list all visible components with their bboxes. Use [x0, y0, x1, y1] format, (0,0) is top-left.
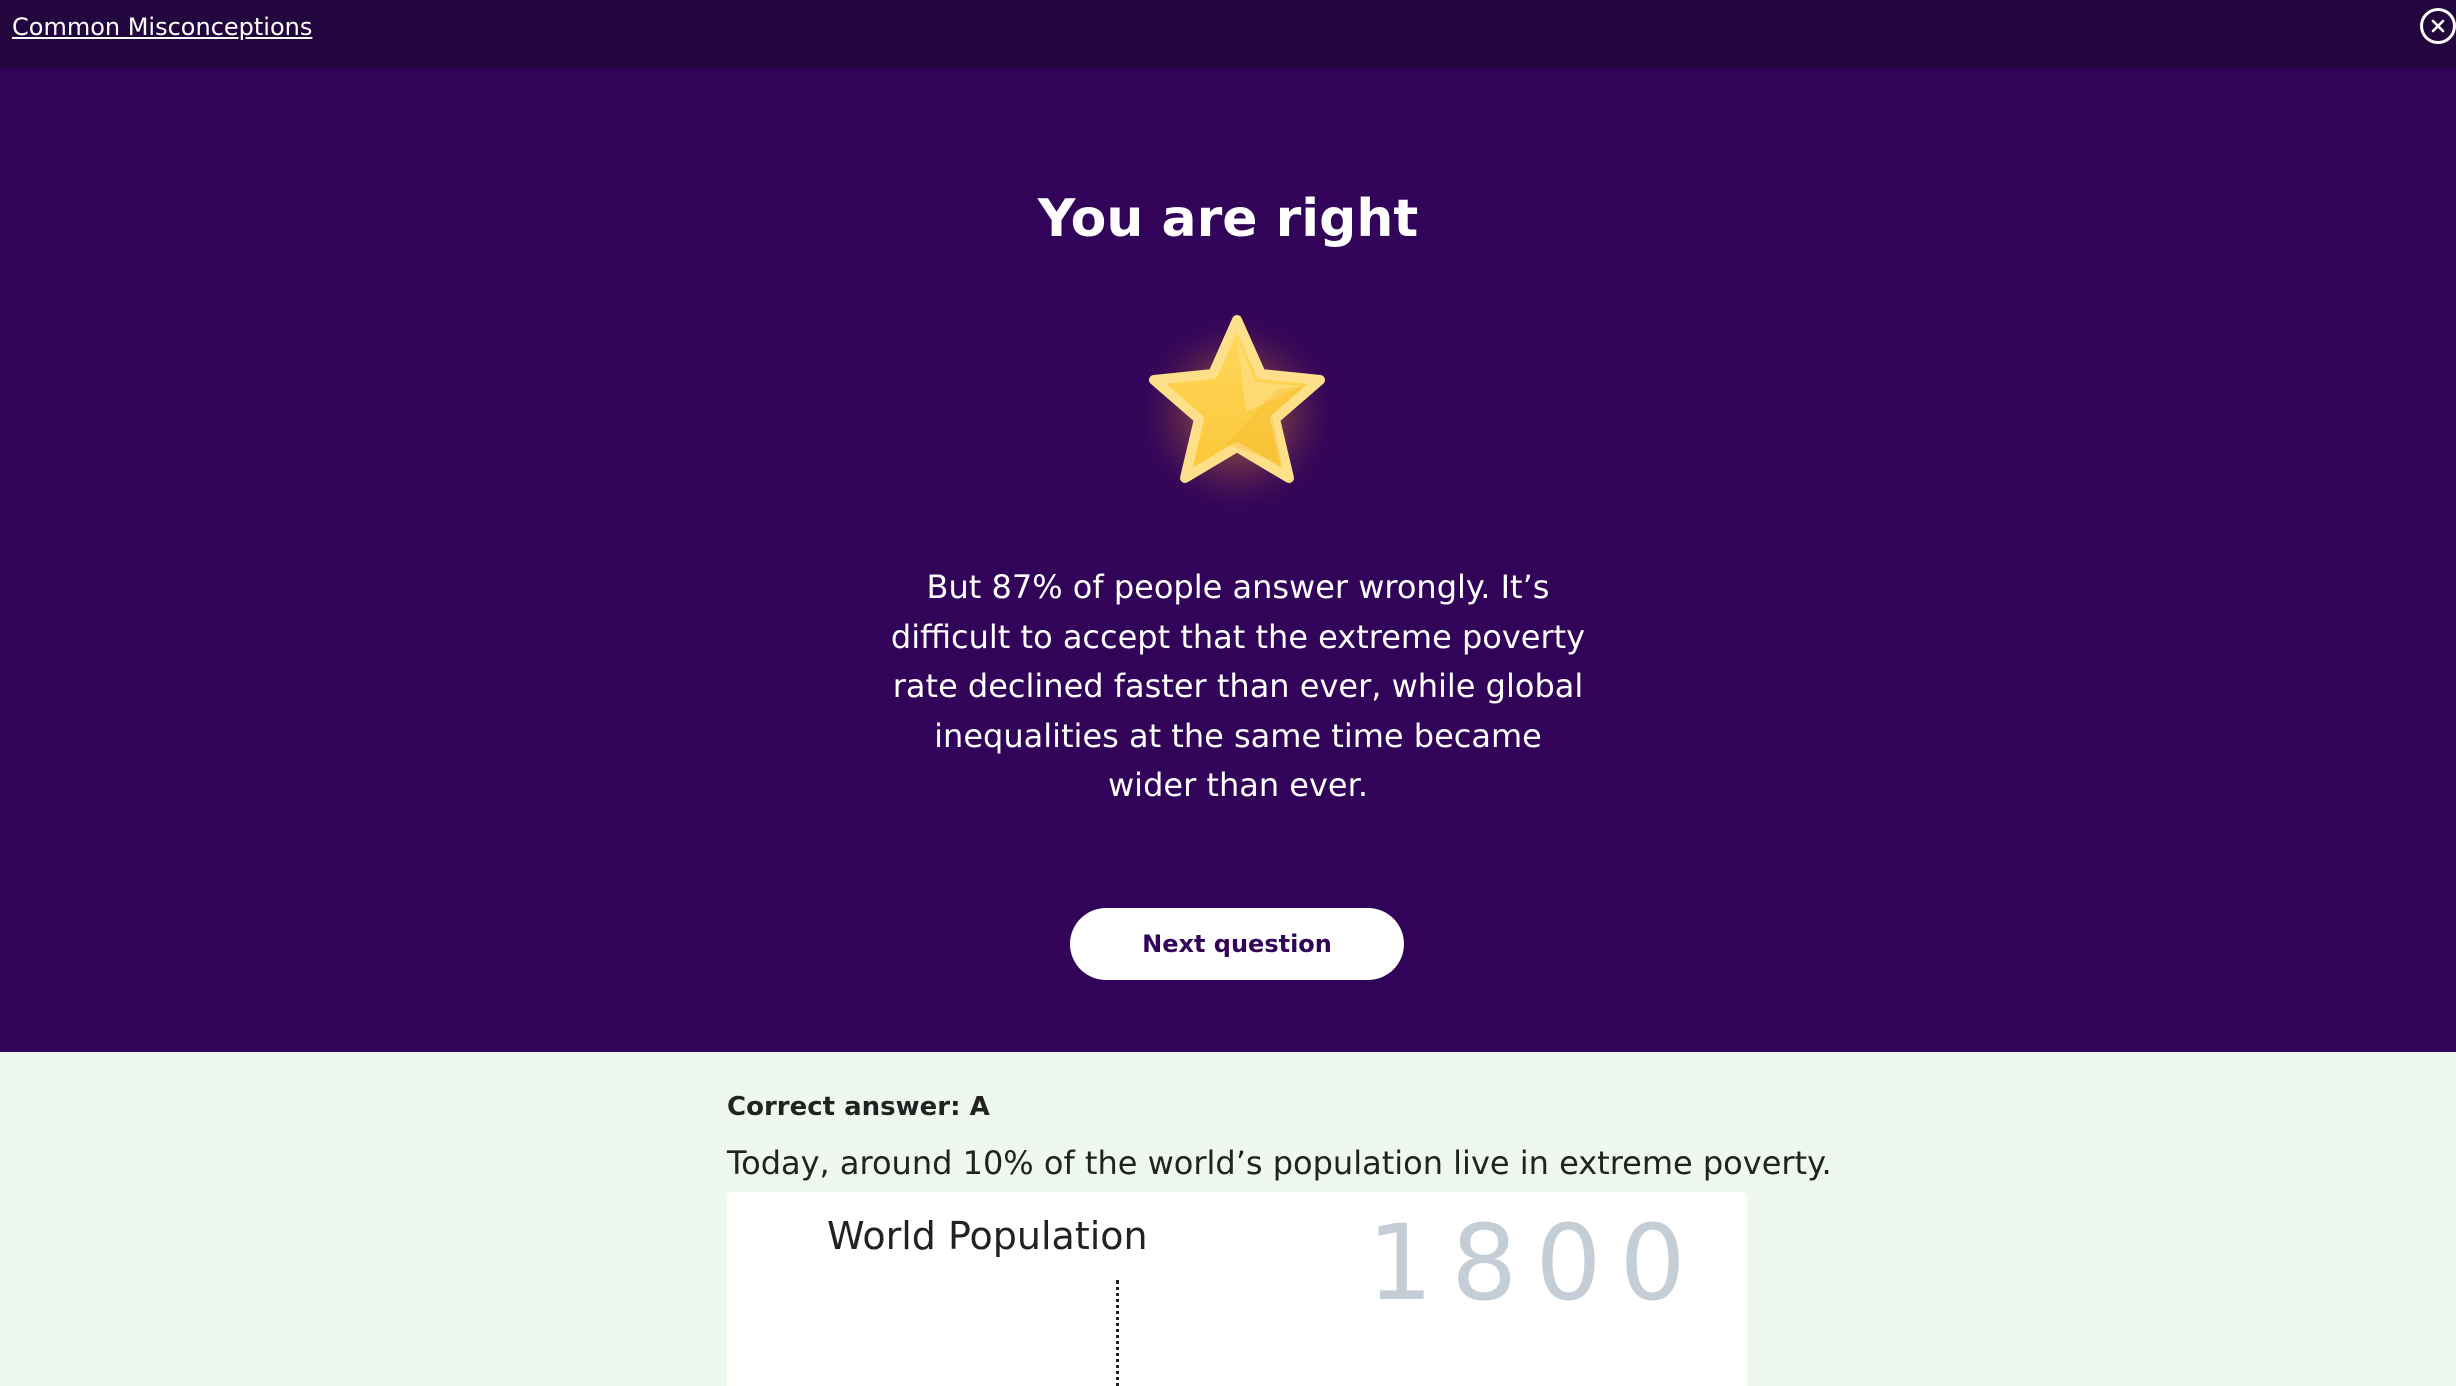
answer-statement: Today, around 10% of the world’s populat…	[727, 1144, 1832, 1182]
result-panel: You are right But 87% of people answer w…	[0, 68, 2456, 1052]
next-question-button[interactable]: Next question	[1070, 908, 1404, 980]
common-misconceptions-link[interactable]: Common Misconceptions	[12, 13, 312, 41]
chart-year: 1800	[1367, 1202, 1704, 1324]
answer-section: Correct answer: A Today, around 10% of t…	[0, 1052, 2456, 1386]
correct-answer-label: Correct answer: A	[727, 1092, 990, 1122]
star-icon	[1129, 302, 1345, 516]
chart-title: World Population	[827, 1214, 1148, 1258]
page: Common Misconceptions You are right But …	[0, 0, 2456, 1386]
close-icon	[2431, 19, 2445, 33]
world-population-chart: World Population 1800	[727, 1192, 1747, 1386]
result-title: You are right	[1037, 189, 1419, 249]
top-bar: Common Misconceptions	[0, 0, 2456, 68]
chart-dotted-axis	[1116, 1280, 1119, 1386]
close-button[interactable]	[2420, 8, 2456, 44]
result-message: But 87% of people answer wrongly. It’s d…	[890, 568, 1586, 804]
